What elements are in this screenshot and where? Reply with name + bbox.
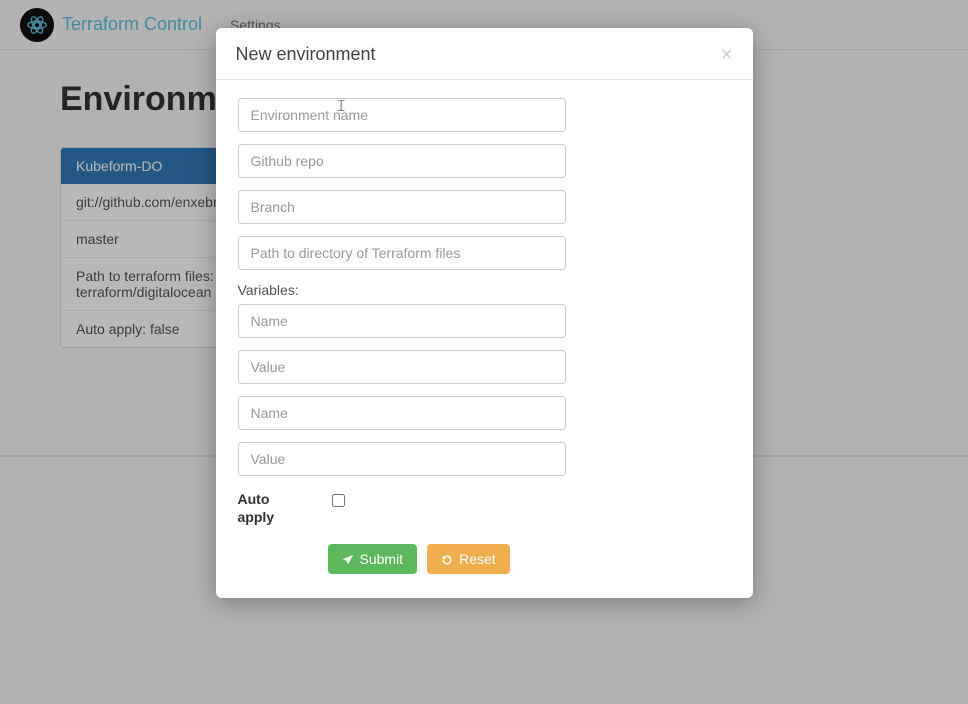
reset-button-label: Reset — [459, 551, 496, 567]
submit-button-label: Submit — [360, 551, 404, 567]
modal-title: New environment — [236, 44, 376, 65]
new-environment-modal: New environment × 𝙸 Variables: Auto appl… — [216, 28, 753, 598]
variable-value-input-2[interactable] — [238, 442, 566, 476]
branch-input[interactable] — [238, 190, 566, 224]
close-icon[interactable]: × — [721, 45, 733, 65]
variable-value-input-1[interactable] — [238, 350, 566, 384]
undo-icon — [441, 553, 453, 565]
variables-label: Variables: — [238, 282, 731, 298]
reset-button[interactable]: Reset — [427, 544, 510, 574]
paper-plane-icon — [342, 553, 354, 565]
terraform-path-input[interactable] — [238, 236, 566, 270]
variable-name-input-2[interactable] — [238, 396, 566, 430]
auto-apply-checkbox[interactable] — [332, 494, 345, 507]
variable-name-input-1[interactable] — [238, 304, 566, 338]
modal-overlay[interactable]: New environment × 𝙸 Variables: Auto appl… — [0, 0, 968, 704]
environment-name-input[interactable] — [238, 98, 566, 132]
submit-button[interactable]: Submit — [328, 544, 418, 574]
auto-apply-label: Auto apply — [238, 490, 274, 526]
github-repo-input[interactable] — [238, 144, 566, 178]
